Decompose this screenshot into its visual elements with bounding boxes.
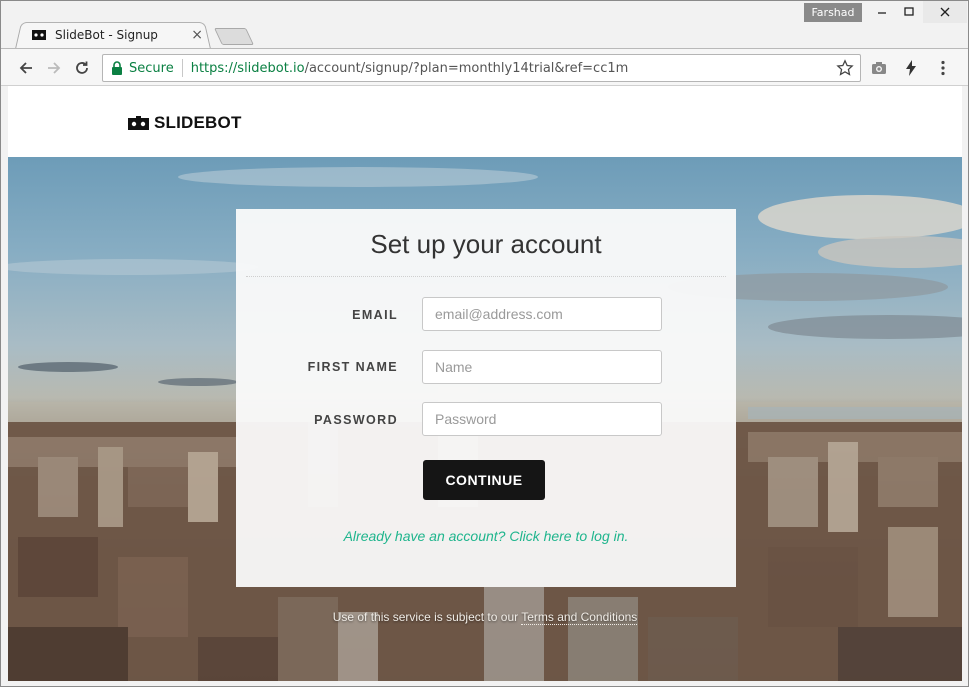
slidebot-favicon-icon xyxy=(32,30,46,40)
title-divider xyxy=(246,276,726,277)
url-host: https://slidebot.io xyxy=(190,60,305,76)
logo-text: SLIDEBOT xyxy=(154,113,242,132)
secure-label: Secure xyxy=(129,60,174,76)
address-bar[interactable]: Secure https://slidebot.io/account/signu… xyxy=(102,54,861,82)
email-label: EMAIL xyxy=(352,308,398,322)
lightning-extension-icon[interactable] xyxy=(901,58,921,78)
signup-card: Set up your account EMAIL FIRST NAME PAS… xyxy=(236,209,736,587)
first-name-field[interactable] xyxy=(422,350,662,384)
browser-toolbar: Secure https://slidebot.io/account/signu… xyxy=(1,48,968,86)
menu-dots-icon[interactable] xyxy=(933,58,953,78)
back-arrow-icon[interactable] xyxy=(15,57,37,79)
window-close-icon[interactable] xyxy=(923,1,967,23)
slidebot-logo-icon xyxy=(128,116,149,130)
tab-content[interactable]: SlideBot - Signup × xyxy=(27,23,207,47)
new-tab-button[interactable] xyxy=(214,28,254,45)
minimize-icon[interactable] xyxy=(867,1,896,23)
hero-background: Set up your account EMAIL FIRST NAME PAS… xyxy=(8,157,962,681)
tab-title: SlideBot - Signup xyxy=(55,28,158,42)
terms-prefix: Use of this service is subject to our xyxy=(332,610,522,624)
profile-name-badge[interactable]: Farshad xyxy=(804,3,862,22)
maximize-icon[interactable] xyxy=(894,1,923,23)
reload-icon[interactable] xyxy=(71,57,93,79)
camera-icon[interactable] xyxy=(869,58,889,78)
forward-arrow-icon[interactable] xyxy=(43,57,65,79)
terms-link[interactable]: Terms and Conditions xyxy=(521,610,638,625)
omnibox-separator xyxy=(181,59,183,77)
email-field[interactable] xyxy=(422,297,662,331)
browser-window: SlideBot - Signup × Farshad Secure https… xyxy=(0,0,969,687)
login-link[interactable]: Already have an account? Click here to l… xyxy=(236,528,736,544)
tab-close-icon[interactable]: × xyxy=(191,27,203,43)
terms-notice: Use of this service is subject to our Te… xyxy=(8,610,962,625)
bookmark-star-icon[interactable] xyxy=(836,59,854,77)
page-title: Set up your account xyxy=(370,229,602,259)
password-label: PASSWORD xyxy=(314,413,398,427)
site-header: SLIDEBOT xyxy=(8,86,962,157)
first-name-label: FIRST NAME xyxy=(307,360,398,374)
slidebot-logo[interactable]: SLIDEBOT xyxy=(128,113,242,133)
continue-button[interactable]: CONTINUE xyxy=(423,460,545,500)
password-field[interactable] xyxy=(422,402,662,436)
lock-icon xyxy=(112,61,122,75)
url-path: /account/signup/?plan=monthly14trial&ref… xyxy=(304,60,629,76)
page-viewport: SLIDEBOT Set up your account EMAIL email… xyxy=(8,86,962,681)
title-bar: SlideBot - Signup × Farshad xyxy=(1,1,968,49)
